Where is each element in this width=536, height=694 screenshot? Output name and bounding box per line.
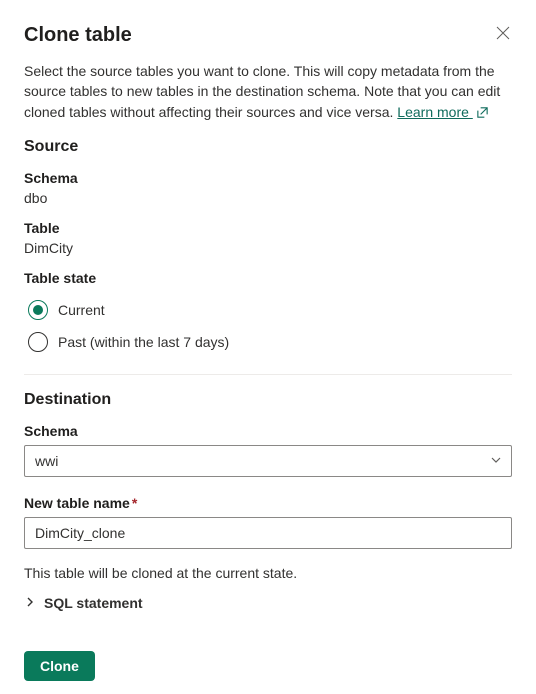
sql-statement-label: SQL statement <box>44 595 143 611</box>
learn-more-link[interactable]: Learn more <box>397 104 488 120</box>
radio-icon <box>28 300 48 320</box>
helper-text: This table will be cloned at the current… <box>24 565 512 581</box>
sql-statement-expander[interactable]: SQL statement <box>24 595 512 611</box>
learn-more-text: Learn more <box>397 104 472 120</box>
dialog-description: Select the source tables you want to clo… <box>24 61 512 124</box>
source-schema-value: dbo <box>24 190 512 206</box>
close-icon <box>496 26 510 43</box>
source-schema-label: Schema <box>24 170 512 186</box>
dest-schema-label: Schema <box>24 423 512 439</box>
required-indicator: * <box>132 495 137 511</box>
destination-heading: Destination <box>24 391 512 409</box>
radio-icon <box>28 332 48 352</box>
radio-current-label: Current <box>58 302 105 318</box>
new-table-name-text: New table name <box>24 495 130 511</box>
radio-past-label: Past (within the last 7 days) <box>58 334 229 350</box>
radio-current[interactable]: Current <box>24 294 512 326</box>
dialog-title: Clone table <box>24 24 132 47</box>
new-table-name-input[interactable] <box>24 517 512 549</box>
source-heading: Source <box>24 138 512 156</box>
close-button[interactable] <box>494 24 512 45</box>
radio-past[interactable]: Past (within the last 7 days) <box>24 326 512 358</box>
new-table-name-label: New table name* <box>24 495 512 511</box>
dest-schema-select[interactable] <box>24 445 512 477</box>
table-state-label: Table state <box>24 270 512 286</box>
external-link-icon <box>476 104 489 124</box>
divider <box>24 374 512 375</box>
clone-button[interactable]: Clone <box>24 651 95 681</box>
chevron-right-icon <box>24 595 36 611</box>
source-table-value: DimCity <box>24 240 512 256</box>
source-table-label: Table <box>24 220 512 236</box>
